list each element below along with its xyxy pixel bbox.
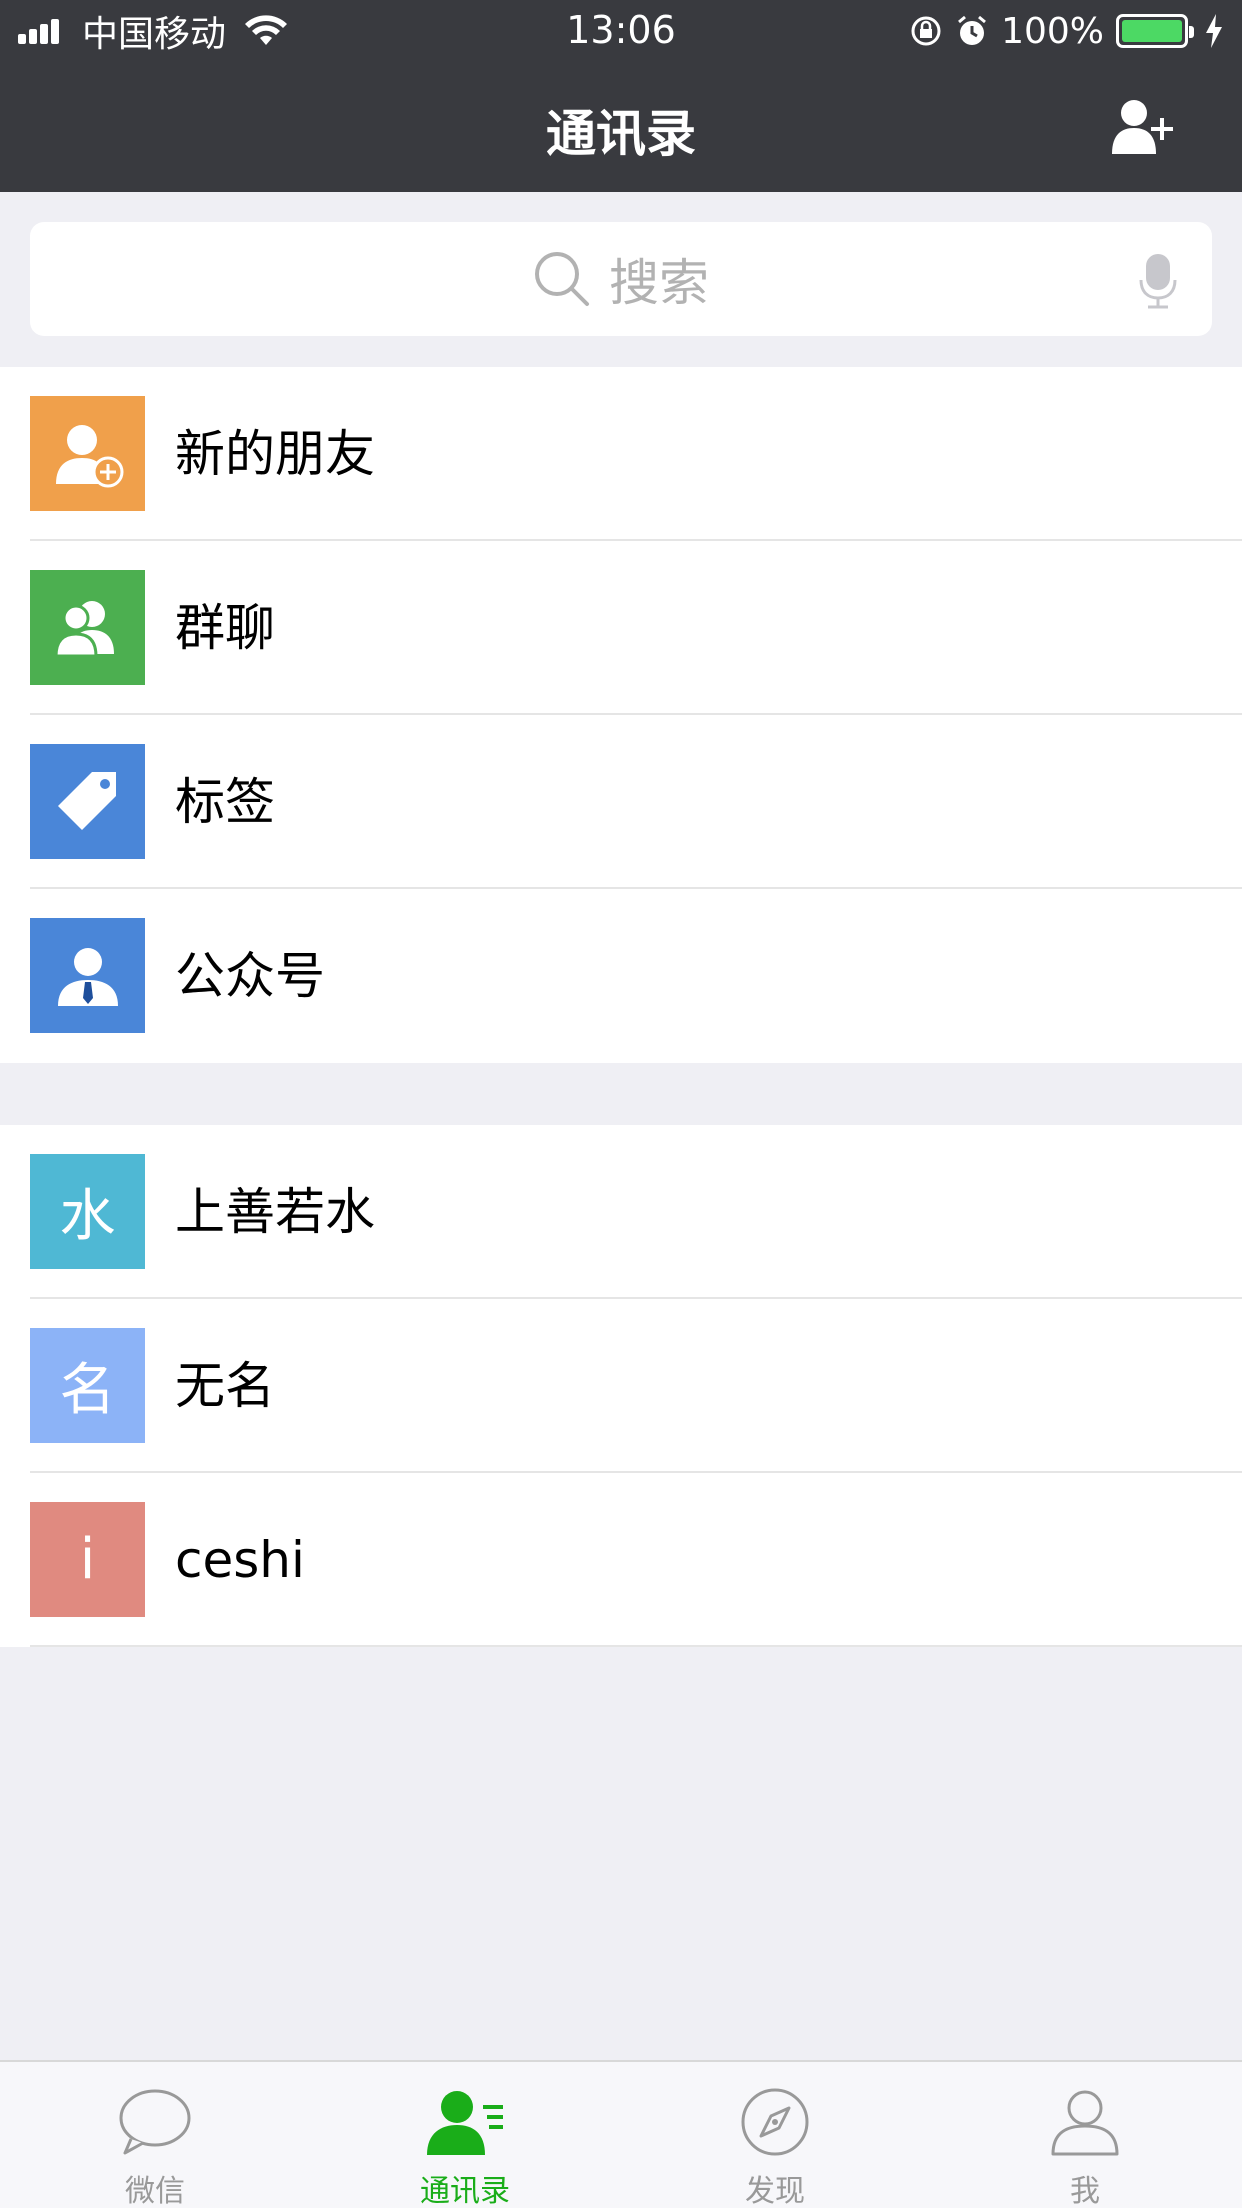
list-item-label: 群聊 <box>175 599 275 657</box>
group-chat-icon <box>30 570 145 685</box>
battery-percent: 100% <box>1001 10 1104 52</box>
search-placeholder: 搜索 <box>609 254 709 312</box>
avatar: 水 <box>30 1154 145 1269</box>
page-title: 通讯录 <box>546 105 696 163</box>
contact-name: ceshi <box>175 1531 305 1589</box>
add-contact-icon[interactable] <box>1110 96 1180 156</box>
contact-name: 无名 <box>175 1357 275 1415</box>
tab-label: 通讯录 <box>420 2174 510 2208</box>
avatar-initial: 水 <box>59 1184 116 1249</box>
official-account-icon <box>30 918 145 1033</box>
tab-discover[interactable]: 发现 <box>620 2062 930 2208</box>
search-area: 搜索 <box>0 192 1242 367</box>
search-input[interactable]: 搜索 <box>30 222 1212 336</box>
contact-row[interactable]: i ceshi <box>0 1473 1242 1647</box>
battery-icon <box>1116 14 1194 48</box>
tab-chats[interactable]: 微信 <box>0 2062 310 2208</box>
avatar: 名 <box>30 1328 145 1443</box>
contact-name: 上善若水 <box>175 1183 375 1241</box>
profile-icon <box>1051 2090 1119 2156</box>
new-friend-icon <box>30 396 145 511</box>
contact-list: 水 上善若水 名 无名 i ceshi <box>0 1125 1242 1647</box>
alarm-icon <box>958 15 987 45</box>
tab-label: 我 <box>1070 2174 1100 2208</box>
tab-contacts[interactable]: 通讯录 <box>310 2062 620 2208</box>
tag-icon <box>30 744 145 859</box>
compass-icon <box>741 2088 809 2156</box>
tab-me[interactable]: 我 <box>930 2062 1240 2208</box>
tab-bar: 微信 通讯录 发现 我 <box>0 2060 1242 2208</box>
list-item-label: 公众号 <box>175 947 325 1005</box>
list-item-tags[interactable]: 标签 <box>0 715 1242 889</box>
contact-row[interactable]: 水 上善若水 <box>0 1125 1242 1299</box>
search-icon <box>535 252 589 306</box>
tab-label: 发现 <box>745 2174 805 2208</box>
contacts-icon <box>427 2091 503 2155</box>
function-list: 新的朋友 群聊 标签 公众号 <box>0 367 1242 1063</box>
list-item-label: 新的朋友 <box>175 425 375 483</box>
tab-label: 微信 <box>125 2174 185 2208</box>
microphone-icon[interactable] <box>1138 252 1178 310</box>
avatar-initial: 名 <box>59 1358 116 1423</box>
divider <box>30 1645 1242 1647</box>
chat-bubble-icon <box>119 2089 191 2155</box>
contact-row[interactable]: 名 无名 <box>0 1299 1242 1473</box>
top-bar: 中国移动 13:06 100% 通讯录 <box>0 0 1242 192</box>
status-bar: 中国移动 13:06 100% <box>0 0 1242 62</box>
avatar-initial: i <box>79 1527 96 1592</box>
list-item-label: 标签 <box>175 773 275 831</box>
avatar: i <box>30 1502 145 1617</box>
rotation-lock-icon <box>911 16 941 46</box>
list-item-official-accounts[interactable]: 公众号 <box>0 889 1242 1063</box>
list-item-new-friends[interactable]: 新的朋友 <box>0 367 1242 541</box>
charging-icon <box>1206 14 1222 48</box>
list-item-group-chats[interactable]: 群聊 <box>0 541 1242 715</box>
